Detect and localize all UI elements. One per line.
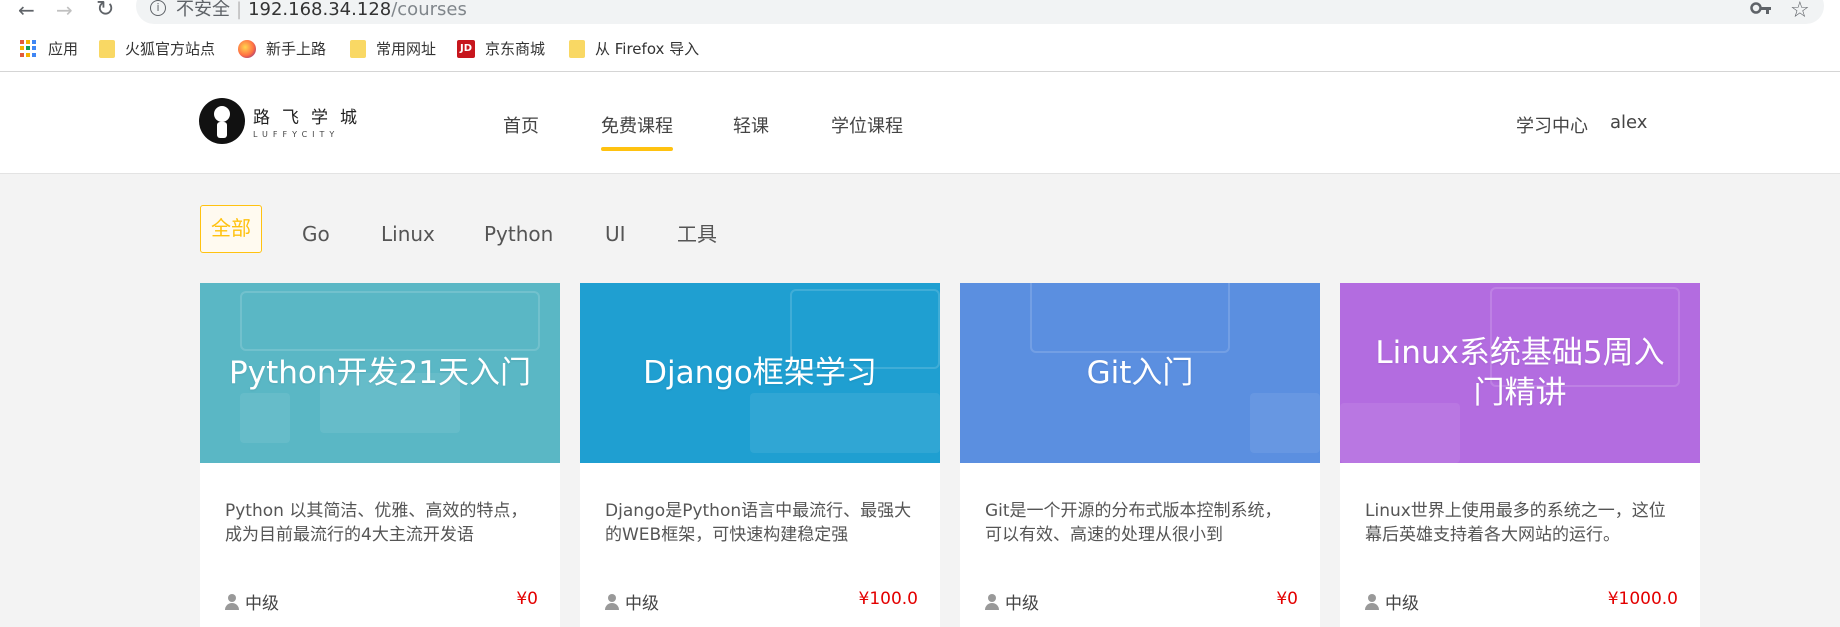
bookmark-label: 应用	[48, 40, 79, 58]
person-icon	[985, 593, 999, 610]
browser-address-bar: ← → ↻ i 不安全 | 192.168.34.128/courses ☆	[0, 0, 1840, 24]
folder-icon	[99, 39, 115, 58]
course-price: ¥0	[1276, 589, 1298, 609]
site-logo[interactable]: 路飞学城 LUFFYCITY	[199, 98, 369, 144]
course-description: Python 以其简洁、优雅、高效的特点，成为目前最流行的4大主流开发语	[225, 501, 528, 545]
course-banner: Django框架学习	[580, 283, 940, 463]
course-card[interactable]: Git入门 Git是一个开源的分布式版本控制系统，可以有效、高速的处理从很小到 …	[960, 283, 1320, 627]
course-description: Git是一个开源的分布式版本控制系统，可以有效、高速的处理从很小到	[985, 501, 1282, 545]
security-label: 不安全	[176, 0, 230, 20]
course-title: Linux系统基础5周入门精讲	[1375, 335, 1665, 411]
person-icon	[225, 593, 239, 610]
bookmarks-bar: 应用 火狐官方站点 新手上路 常用网址 JD 京东商城 从 Firefox 导入	[0, 24, 1840, 72]
course-title: Git入门	[1086, 355, 1194, 391]
url-text[interactable]: 不安全 | 192.168.34.128/courses	[176, 0, 467, 20]
course-banner: Git入门	[960, 283, 1320, 463]
filter-all[interactable]: 全部	[200, 205, 262, 253]
bookmark-getting-started[interactable]: 新手上路	[238, 38, 326, 59]
course-level-label: 中级	[1385, 594, 1419, 614]
bookmark-apps[interactable]: 应用	[20, 38, 78, 59]
course-level: 中级	[225, 589, 279, 614]
filter-linux[interactable]: Linux	[381, 216, 435, 252]
course-card[interactable]: Python开发21天入门 Python 以其简洁、优雅、高效的特点，成为目前最…	[200, 283, 560, 627]
course-card[interactable]: Linux系统基础5周入门精讲 Linux世界上使用最多的系统之一，这位幕后英雄…	[1340, 283, 1700, 627]
bookmark-label: 从 Firefox 导入	[595, 40, 700, 58]
course-card[interactable]: Django框架学习 Django是Python语言中最流行、最强大的WEB框架…	[580, 283, 940, 627]
bookmark-label: 京东商城	[485, 40, 546, 58]
logo-subtitle: LUFFYCITY	[253, 130, 340, 139]
course-banner: Python开发21天入门	[200, 283, 560, 463]
forward-arrow-icon[interactable]: →	[56, 0, 73, 20]
person-icon	[1365, 593, 1379, 610]
bookmark-firefox-import[interactable]: 从 Firefox 导入	[569, 38, 699, 59]
logo-title: 路飞学城	[253, 108, 369, 128]
person-icon	[605, 593, 619, 610]
bookmark-common-sites[interactable]: 常用网址	[350, 38, 436, 59]
course-level: 中级	[985, 589, 1039, 614]
course-level-label: 中级	[1005, 594, 1039, 614]
bookmark-firefox-site[interactable]: 火狐官方站点	[99, 38, 215, 59]
apps-icon	[20, 39, 38, 58]
url-separator: |	[236, 0, 243, 20]
course-title: Django框架学习	[643, 355, 877, 391]
nav-degree-courses[interactable]: 学位课程	[831, 112, 903, 138]
filter-python[interactable]: Python	[484, 216, 553, 252]
username-link[interactable]: alex	[1610, 112, 1647, 133]
key-icon[interactable]	[1750, 0, 1772, 20]
nav-light-courses[interactable]: 轻课	[733, 112, 769, 138]
course-level-label: 中级	[625, 594, 659, 614]
bookmark-star-icon[interactable]: ☆	[1790, 0, 1810, 23]
course-banner: Linux系统基础5周入门精讲	[1340, 283, 1700, 463]
url-path: /courses	[391, 0, 467, 20]
bookmark-label: 新手上路	[266, 40, 327, 58]
course-price: ¥1000.0	[1607, 589, 1678, 609]
course-description: Linux世界上使用最多的系统之一，这位幕后英雄支持着各大网站的运行。	[1365, 501, 1666, 545]
folder-icon	[569, 39, 585, 58]
nav-free-courses[interactable]: 免费课程	[601, 112, 673, 151]
course-description: Django是Python语言中最流行、最强大的WEB框架，可快速构建稳定强	[605, 501, 912, 545]
bookmark-label: 火狐官方站点	[125, 40, 216, 58]
back-arrow-icon[interactable]: ←	[18, 0, 35, 20]
filter-ui[interactable]: UI	[605, 216, 626, 252]
course-level-label: 中级	[245, 594, 279, 614]
bookmark-jd[interactable]: JD 京东商城	[457, 38, 545, 59]
course-title: Python开发21天入门	[229, 355, 531, 391]
study-center-link[interactable]: 学习中心	[1516, 112, 1588, 138]
firefox-icon	[238, 39, 256, 58]
filter-tools[interactable]: 工具	[677, 216, 717, 252]
filter-go[interactable]: Go	[302, 216, 330, 252]
info-icon[interactable]: i	[150, 0, 166, 16]
url-host: 192.168.34.128	[248, 0, 392, 20]
nav-home[interactable]: 首页	[503, 112, 539, 138]
course-price: ¥0	[516, 589, 538, 609]
luffy-logo-icon	[199, 98, 245, 144]
course-level: 中级	[1365, 589, 1419, 614]
bookmark-label: 常用网址	[376, 40, 437, 58]
course-price: ¥100.0	[858, 589, 918, 609]
jd-icon: JD	[457, 39, 475, 58]
reload-icon[interactable]: ↻	[96, 0, 114, 21]
course-level: 中级	[605, 589, 659, 614]
folder-icon	[350, 39, 366, 58]
site-header: 路飞学城 LUFFYCITY 首页 免费课程 轻课 学位课程 学习中心 alex	[0, 72, 1840, 174]
